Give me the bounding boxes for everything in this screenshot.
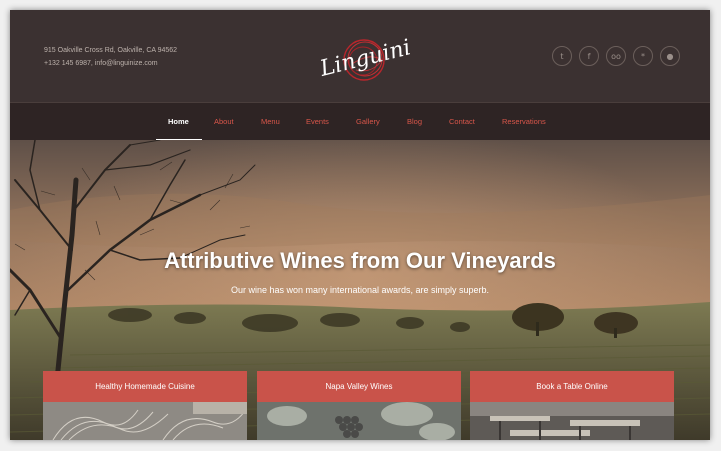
restaurant-table-image xyxy=(470,402,674,440)
nav-item-blog[interactable]: Blog xyxy=(407,117,422,126)
nav-item-about[interactable]: About xyxy=(214,117,234,126)
hero-title: Attributive Wines from Our Vineyards xyxy=(164,248,556,273)
nav-item-home[interactable]: Home xyxy=(168,117,189,126)
address-text: 915 Oakville Cross Rd, Oakville, CA 9456… xyxy=(44,47,178,54)
nav-item-contact[interactable]: Contact xyxy=(449,117,475,126)
browser-frame: 915 Oakville Cross Rd, Oakville, CA 9456… xyxy=(10,10,710,440)
nav-item-menu[interactable]: Menu xyxy=(261,117,280,126)
top-bar: 915 Oakville Cross Rd, Oakville, CA 9456… xyxy=(10,10,710,102)
facebook-icon[interactable]: f xyxy=(579,46,599,66)
wines-button[interactable]: Napa Valley Wines xyxy=(257,371,461,402)
cuisine-button[interactable]: Healthy Homemade Cuisine xyxy=(43,371,247,402)
hero-banner: Attributive Wines from Our Vineyards Our… xyxy=(10,140,710,440)
site-logo[interactable]: Linguini xyxy=(312,22,414,88)
feature-card-wines[interactable]: Napa Valley Wines xyxy=(257,371,461,440)
main-navigation: Home About Menu Events Gallery Blog Cont… xyxy=(10,102,710,141)
yelp-icon[interactable]: * xyxy=(633,46,653,66)
foursquare-icon[interactable]: ● xyxy=(660,46,680,66)
pasta-image xyxy=(43,402,247,440)
book-table-button[interactable]: Book a Table Online xyxy=(470,371,674,402)
feature-card-booking[interactable]: Book a Table Online xyxy=(470,371,674,440)
phone-email-text[interactable]: +132 145 6987, info@linguinize.com xyxy=(44,58,177,71)
tripadvisor-icon[interactable]: oo xyxy=(606,46,626,66)
contact-info: 915 Oakville Cross Rd, Oakville, CA 9456… xyxy=(44,45,177,70)
nav-item-reservations[interactable]: Reservations xyxy=(502,117,546,126)
feature-card-cuisine[interactable]: Healthy Homemade Cuisine xyxy=(43,371,247,440)
hero-subtitle: Our wine has won many international awar… xyxy=(230,285,490,295)
grapes-image xyxy=(257,402,461,440)
nav-item-events[interactable]: Events xyxy=(306,117,329,126)
twitter-icon[interactable]: t xyxy=(552,46,572,66)
nav-item-gallery[interactable]: Gallery xyxy=(356,117,380,126)
social-links: t f oo * ● xyxy=(552,46,680,66)
